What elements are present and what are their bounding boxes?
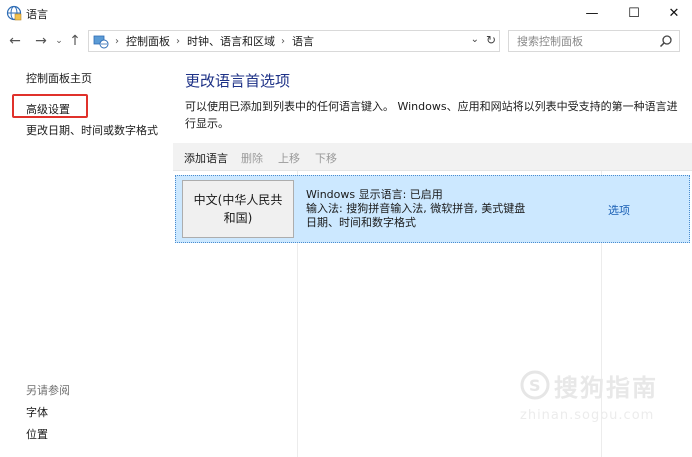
language-toolbar: 添加语言 删除 上移 下移: [173, 143, 692, 171]
maximize-icon: ☐: [628, 5, 640, 21]
address-bar[interactable]: › 控制面板 › 时钟、语言和区域 › 语言 ⌄ ↻: [88, 30, 500, 52]
move-up-button[interactable]: 上移: [278, 150, 300, 166]
back-button[interactable]: ←: [6, 31, 24, 51]
date-time-number-formats: 日期、时间和数字格式: [306, 216, 416, 229]
sogou-logo-icon: S: [520, 370, 550, 400]
up-button[interactable]: ↑: [66, 31, 84, 51]
back-arrow-icon: ←: [9, 33, 21, 49]
search-input[interactable]: 搜索控制面板: [508, 30, 680, 52]
refresh-button[interactable]: ↻: [486, 33, 496, 47]
remove-language-button[interactable]: 删除: [241, 150, 263, 166]
breadcrumb-clock-language-region[interactable]: 时钟、语言和区域: [187, 33, 275, 49]
forward-button[interactable]: →: [32, 31, 50, 51]
up-arrow-icon: ↑: [69, 33, 81, 49]
close-button[interactable]: ✕: [652, 0, 692, 26]
watermark: S 搜狗指南 zhinan.sogou.com: [520, 368, 680, 428]
breadcrumb-separator-icon: ›: [281, 35, 285, 47]
move-down-button[interactable]: 下移: [315, 150, 337, 166]
input-methods: 输入法: 搜狗拼音输入法, 微软拼音, 美式键盘: [306, 202, 526, 215]
watermark-sub-text: zhinan.sogou.com: [520, 408, 655, 423]
maximize-button[interactable]: ☐: [612, 0, 656, 26]
minimize-icon: —: [585, 5, 599, 21]
search-icon[interactable]: [659, 34, 673, 48]
language-details: Windows 显示语言: 已启用 输入法: 搜狗拼音输入法, 微软拼音, 美式…: [306, 188, 525, 230]
language-app-icon: [6, 5, 22, 21]
fonts-link[interactable]: 字体: [26, 404, 48, 420]
add-language-button[interactable]: 添加语言: [184, 150, 228, 166]
forward-arrow-icon: →: [35, 33, 47, 49]
language-options-link[interactable]: 选项: [608, 202, 630, 218]
watermark-main-text: 搜狗指南: [554, 374, 658, 402]
change-date-time-format-link[interactable]: 更改日期、时间或数字格式: [26, 122, 158, 138]
language-row[interactable]: 中文(中华人民共和国) Windows 显示语言: 已启用 输入法: 搜狗拼音输…: [175, 175, 690, 243]
breadcrumb-language[interactable]: 语言: [292, 33, 314, 49]
advanced-settings-link[interactable]: 高级设置: [26, 101, 70, 117]
page-description: 可以使用已添加到列表中的任何语言键入。 Windows、应用和网站将以列表中受支…: [185, 100, 678, 130]
chevron-down-icon: ⌄: [55, 36, 63, 46]
close-icon: ✕: [668, 5, 680, 21]
control-panel-home-link[interactable]: 控制面板主页: [26, 70, 92, 86]
breadcrumb-control-panel[interactable]: 控制面板: [126, 33, 170, 49]
window-title: 语言: [26, 8, 48, 21]
svg-text:S: S: [529, 376, 541, 395]
search-placeholder: 搜索控制面板: [517, 35, 583, 48]
breadcrumb-separator-icon: ›: [115, 35, 119, 47]
control-panel-icon: [93, 35, 109, 49]
language-name-button[interactable]: 中文(中华人民共和国): [182, 180, 294, 238]
see-also-heading: 另请参阅: [26, 384, 70, 397]
location-link[interactable]: 位置: [26, 426, 48, 442]
minimize-button[interactable]: —: [570, 0, 614, 26]
address-dropdown-button[interactable]: ⌄: [471, 34, 479, 45]
breadcrumb-separator-icon: ›: [176, 35, 180, 47]
page-title: 更改语言首选项: [185, 72, 291, 90]
title-bar: 语言 — ☐ ✕: [0, 0, 692, 26]
recent-locations-button[interactable]: ⌄: [52, 31, 66, 51]
navigation-bar: ← → ⌄ ↑ › 控制面板 › 时钟、语言和区域 › 语言 ⌄ ↻ 搜索控制面…: [0, 28, 692, 54]
display-language-status: Windows 显示语言: 已启用: [306, 188, 443, 201]
